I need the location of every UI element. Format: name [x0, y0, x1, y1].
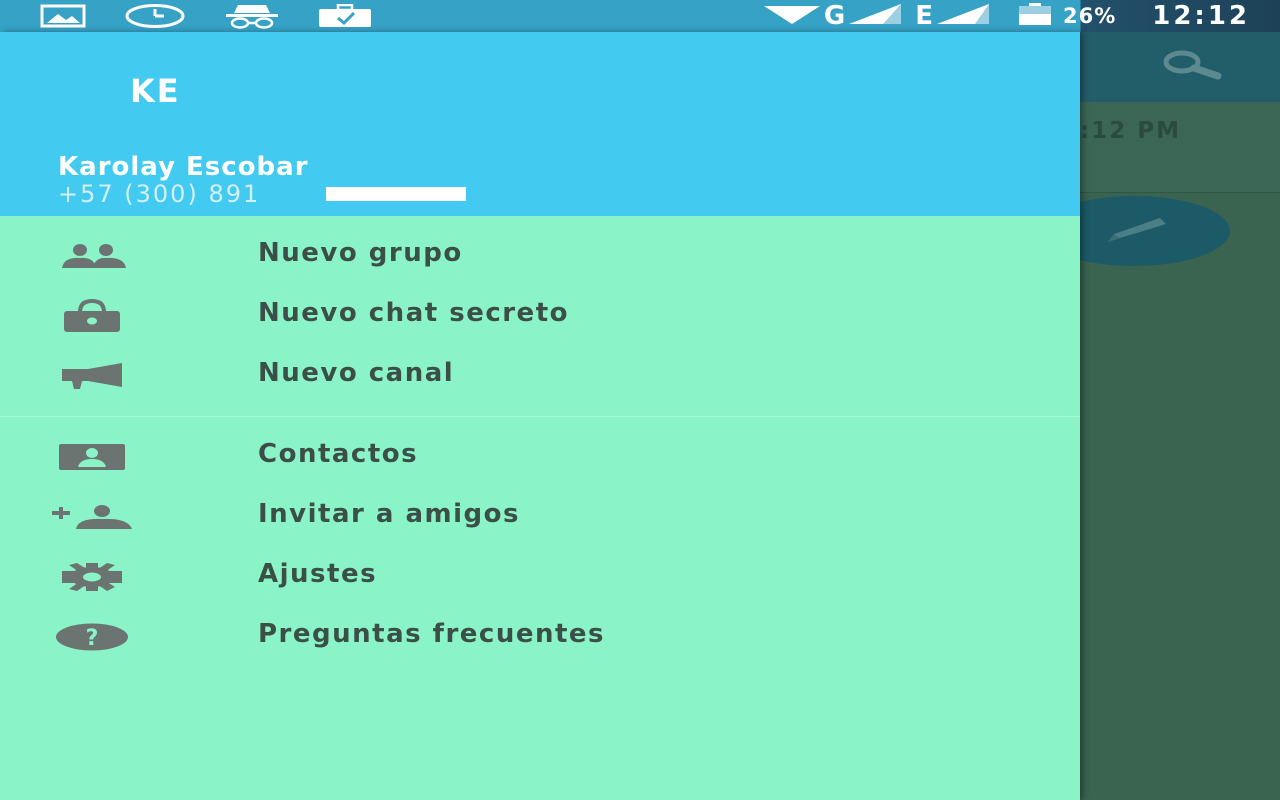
menu-item-contacts[interactable]: Contactos — [0, 427, 1080, 487]
menu-item-new-secret-chat[interactable]: Nuevo chat secreto — [0, 286, 1080, 346]
help-icon: ? — [48, 607, 136, 667]
group-icon — [48, 226, 136, 286]
signal-icon — [936, 4, 989, 28]
network-type-2: E — [915, 1, 933, 31]
menu-item-settings[interactable]: Ajustes — [0, 547, 1080, 607]
menu-item-new-group[interactable]: Nuevo grupo — [0, 226, 1080, 286]
sync-icon — [124, 3, 186, 33]
menu-divider — [0, 416, 1080, 417]
lock-icon — [48, 286, 136, 346]
menu-item-invite-friends[interactable]: Invitar a amigos — [0, 487, 1080, 547]
contact-card-icon — [48, 427, 136, 487]
image-icon — [40, 4, 86, 32]
add-person-icon — [48, 487, 136, 547]
phone-redaction — [326, 187, 466, 201]
megaphone-icon — [48, 346, 136, 406]
menu-item-label: Invitar a amigos — [258, 499, 520, 529]
status-bar: G E 26% 12:12 — [0, 0, 1280, 32]
menu-item-faq[interactable]: ? Preguntas frecuentes — [0, 607, 1080, 667]
menu-item-label: Preguntas frecuentes — [258, 619, 606, 649]
network-type-1: G — [823, 1, 846, 31]
clock: 12:12 — [1152, 1, 1250, 31]
drawer-header[interactable]: KE Karolay Escobar +57 (300) 891 — [0, 32, 1080, 216]
incognito-icon — [224, 3, 280, 33]
menu-item-label: Ajustes — [258, 559, 378, 589]
battery-percent: 26% — [1062, 4, 1117, 28]
navigation-drawer: KE Karolay Escobar +57 (300) 891 Nuevo g… — [0, 32, 1080, 800]
avatar[interactable]: KE — [130, 72, 181, 110]
wifi-icon — [763, 4, 820, 28]
chat-time: :12 PM — [1080, 118, 1181, 144]
user-name: Karolay Escobar — [58, 152, 309, 182]
battery-icon — [1018, 3, 1051, 29]
menu-item-label: Nuevo chat secreto — [258, 298, 569, 328]
signal-icon — [849, 4, 902, 28]
gear-icon — [48, 547, 136, 607]
menu-item-label: Contactos — [258, 439, 419, 469]
menu-item-label: Nuevo canal — [258, 358, 455, 388]
menu-item-new-channel[interactable]: Nuevo canal — [0, 346, 1080, 406]
pencil-icon — [1108, 218, 1166, 242]
briefcase-icon — [318, 3, 372, 32]
svg-text:?: ? — [86, 626, 99, 651]
search-icon[interactable] — [1160, 48, 1226, 86]
user-phone: +57 (300) 891 — [58, 180, 261, 208]
screen: :12 PM G E 26% 12:12 KE Karolay Escobar … — [0, 0, 1280, 800]
menu-item-label: Nuevo grupo — [258, 238, 463, 268]
